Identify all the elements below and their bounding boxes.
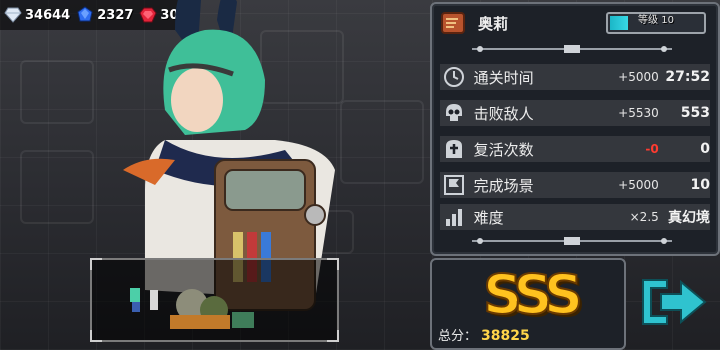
scroll-badge-icon [441,12,465,34]
stat-label: 击败敌人 [473,104,534,123]
stat-bonus: ×2.5 [629,210,659,224]
stat-bonus: -0 [645,142,659,156]
stage-preview [90,258,339,342]
total-score: 总分： 38825 [438,325,530,344]
stat-row-enemies-defeated: 击败敌人 +5530 553 [440,100,710,126]
stat-label: 完成场景 [473,176,534,195]
skull-icon [440,100,468,126]
exit-arrow-icon [642,279,707,325]
gem-count: 34644 [25,7,71,23]
rank-bar: 等级 10 [606,12,706,34]
diamond-icon [4,7,22,23]
stat-row-difficulty: 难度 ×2.5 真幻境 [440,204,710,230]
divider-ornament [472,237,672,245]
cross-tombstone-icon [440,136,468,162]
bars-icon [440,204,468,230]
gem-counter: 34644 [4,7,70,23]
stat-label: 通关时间 [473,68,534,87]
stat-bonus: +5000 [618,178,659,192]
stat-row-revives: 复活次数 -0 0 [440,136,710,162]
player-name: 奥莉 [478,14,509,33]
score-box: SSS 总分： 38825 [430,258,626,350]
stat-value: 27:52 [665,69,710,85]
stat-label: 难度 [473,208,504,227]
result-panel: 奥莉 等级 10 通关时间 +5000 27:52 击败敌人 +5530 553… [430,2,720,256]
total-label: 总分： [438,329,478,344]
stat-label: 复活次数 [473,140,534,159]
flag-icon [440,172,468,198]
grade-text: SSS [482,262,584,327]
blue-gem-icon [77,6,93,22]
rank-label: 等级 10 [638,15,674,26]
stat-value: 真幻境 [667,210,710,226]
stat-bonus: +5000 [618,70,659,84]
total-value: 38825 [481,328,530,344]
clock-icon [440,64,468,90]
divider-ornament [472,45,672,53]
stat-value: 10 [690,177,710,193]
stat-row-scenes-completed: 完成场景 +5000 10 [440,172,710,198]
stat-value: 553 [680,105,710,121]
player-header: 奥莉 等级 10 [440,8,710,38]
hero-sprites [130,288,254,329]
stat-value: 0 [700,141,710,157]
stat-bonus: +5530 [618,106,659,120]
next-button[interactable] [632,262,716,342]
stat-row-clear-time: 通关时间 +5000 27:52 [440,64,710,90]
